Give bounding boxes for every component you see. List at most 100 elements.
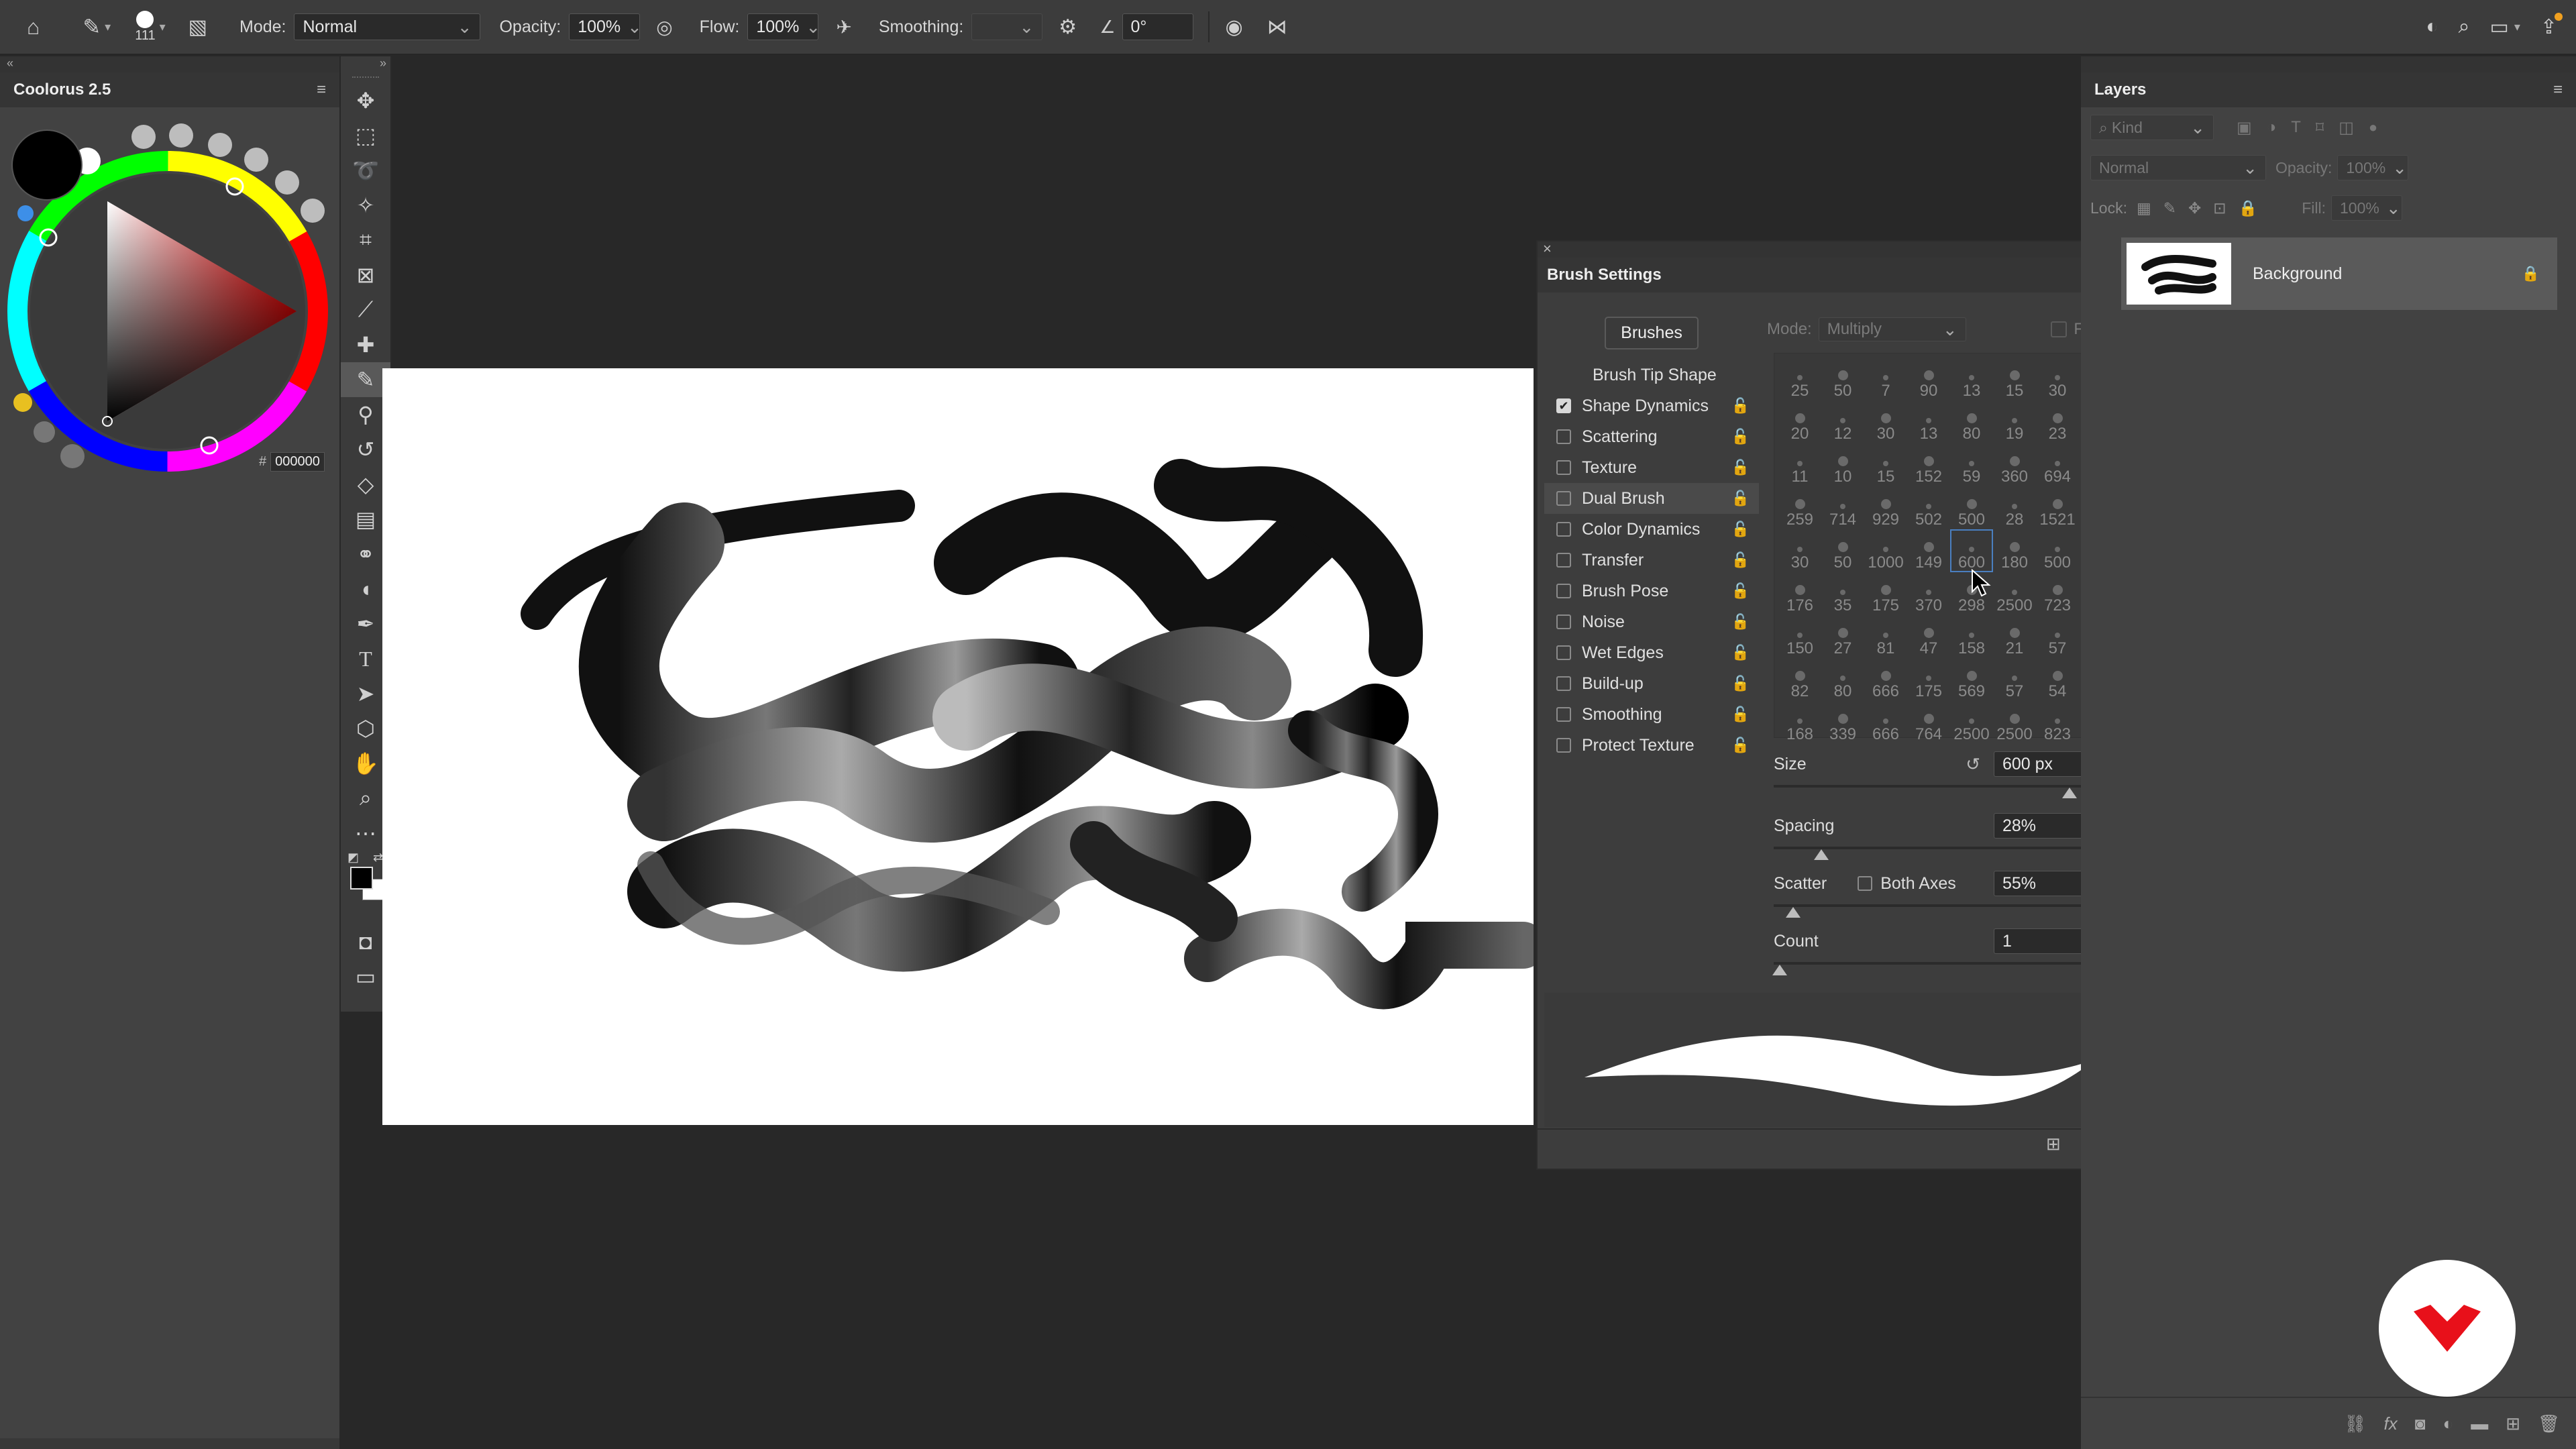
brush-preset[interactable]: 694 (2036, 443, 2079, 486)
brush-option-checkbox[interactable] (1556, 584, 1571, 598)
brush-preset[interactable]: 500 (1950, 486, 1993, 529)
brush-preset[interactable]: 15 (1993, 358, 2036, 400)
brush-preset[interactable]: 50 (1821, 529, 1864, 572)
panel-menu-icon[interactable]: ≡ (2553, 80, 2563, 99)
brush-preset[interactable]: 150 (1778, 615, 1821, 658)
flow-input[interactable]: 100% (747, 13, 819, 40)
brush-option-item[interactable]: Protect Texture 🔓 (1544, 730, 1759, 761)
brush-preset-picker[interactable]: 111 (135, 10, 156, 44)
brush-option-checkbox[interactable] (1556, 676, 1571, 691)
brush-option-item[interactable]: Build-up 🔓 (1544, 668, 1759, 699)
brush-preset[interactable]: 175 (1907, 658, 1950, 701)
brush-option-item[interactable]: Texture 🔓 (1544, 452, 1759, 483)
crop-tool-icon[interactable]: ⌗ (341, 223, 390, 258)
eyedropper-tool-icon[interactable]: ⟋ (341, 292, 390, 327)
brushes-button[interactable]: Brushes (1605, 316, 1699, 350)
lock-icon[interactable]: 🔓 (1731, 397, 1750, 415)
brush-preset[interactable]: 723 (2036, 572, 2079, 615)
brush-option-item[interactable]: Smoothing 🔓 (1544, 699, 1759, 730)
brush-option-checkbox[interactable] (1556, 645, 1571, 660)
brush-option-checkbox[interactable] (1556, 614, 1571, 629)
lock-artboard-icon[interactable]: ⊡ (2213, 199, 2226, 217)
brush-preset[interactable]: 80 (1950, 400, 1993, 443)
size-slider-thumb[interactable] (2062, 788, 2077, 798)
lasso-tool-icon[interactable]: ➰ (341, 153, 390, 188)
brush-preset[interactable]: 360 (1993, 443, 2036, 486)
brush-preset[interactable]: 175 (1864, 572, 1907, 615)
add-mask-icon[interactable]: ◙ (2415, 1413, 2426, 1434)
brush-settings-tab[interactable]: Brush Settings ≡ (1538, 258, 2104, 292)
brush-preset[interactable]: 25 (1778, 358, 1821, 400)
brush-preset[interactable]: 11 (1778, 443, 1821, 486)
magic-wand-tool-icon[interactable]: ✧ (341, 188, 390, 223)
brush-preset[interactable]: 13 (1950, 358, 1993, 400)
brush-option-checkbox[interactable] (1556, 553, 1571, 568)
count-slider[interactable] (1772, 962, 2098, 975)
brush-option-item[interactable]: Dual Brush 🔓 (1544, 483, 1759, 514)
brush-preset[interactable]: 180 (1993, 529, 2036, 572)
frame-tool-icon[interactable]: ⊠ (341, 258, 390, 292)
new-brush-icon[interactable]: ⊞ (2046, 1134, 2061, 1155)
lock-all-icon[interactable]: 🔒 (2239, 199, 2258, 217)
brush-preset[interactable]: 47 (1907, 615, 1950, 658)
brush-preset[interactable]: 30 (1864, 400, 1907, 443)
brush-preset[interactable]: 502 (1907, 486, 1950, 529)
brush-preset[interactable]: 90 (1907, 358, 1950, 400)
layers-tab[interactable]: Layers ≡ (2081, 72, 2576, 107)
brush-preset[interactable]: 666 (1864, 658, 1907, 701)
brush-preset[interactable]: 30 (1778, 529, 1821, 572)
brush-option-item[interactable]: Scattering 🔓 (1544, 421, 1759, 452)
colour-wheel[interactable] (0, 117, 339, 546)
scatter-slider-thumb[interactable] (1786, 907, 1801, 918)
brush-preset[interactable]: 1000 (1864, 529, 1907, 572)
spacing-input[interactable]: 28% (1994, 813, 2092, 839)
angle-input[interactable]: 0° (1122, 13, 1193, 40)
move-tool-icon[interactable]: ✥ (341, 83, 390, 118)
lock-icon[interactable]: 🔓 (1731, 521, 1750, 538)
document-canvas[interactable] (382, 368, 1546, 1125)
brush-option-item[interactable]: ✔ Shape Dynamics 🔓 (1544, 390, 1759, 421)
close-icon[interactable]: × (1543, 240, 1552, 258)
brush-preset[interactable]: 23 (2036, 400, 2079, 443)
new-group-icon[interactable]: ▬ (2471, 1413, 2488, 1434)
pressure-opacity-icon[interactable]: ◎ (656, 16, 672, 38)
brush-preset[interactable]: 30 (2036, 358, 2079, 400)
lock-icon[interactable]: 🔓 (1731, 737, 1750, 754)
spacing-slider[interactable] (1774, 847, 2098, 860)
brush-preset[interactable]: 600 (1950, 529, 1993, 572)
delete-layer-icon[interactable]: 🗑 (2538, 1413, 2560, 1434)
brush-preset[interactable]: 7 (1864, 358, 1907, 400)
adjustment-layer-icon[interactable]: ◐ (2443, 1413, 2453, 1434)
scatter-input[interactable]: 55% (1994, 871, 2092, 896)
layer-row-background[interactable]: Background 🔒 (2121, 237, 2557, 310)
brush-preset[interactable]: 13 (1907, 400, 1950, 443)
brush-option-item[interactable]: Brush Pose 🔓 (1544, 576, 1759, 606)
brush-preset[interactable]: 152 (1907, 443, 1950, 486)
toolbar-collapse[interactable]: » (341, 56, 390, 72)
brush-preset[interactable]: 80 (1821, 658, 1864, 701)
brush-preset[interactable]: 259 (1778, 486, 1821, 529)
brush-preset[interactable]: 28 (1993, 486, 2036, 529)
brush-preset[interactable]: 339 (1821, 701, 1864, 744)
brush-preset[interactable]: 20 (1778, 400, 1821, 443)
marquee-tool-icon[interactable]: ⬚ (341, 118, 390, 153)
hex-input[interactable]: 000000 (270, 452, 325, 472)
brush-preset[interactable]: 1521 (2036, 486, 2079, 529)
brush-option-checkbox[interactable] (1556, 491, 1571, 506)
brush-preset[interactable]: 82 (1778, 658, 1821, 701)
lock-icon[interactable]: 🔓 (1731, 459, 1750, 476)
panel-collapse-bar[interactable]: « (0, 56, 339, 72)
play-icon[interactable] (60, 444, 85, 468)
lock-icon[interactable]: 🔓 (1731, 428, 1750, 445)
chevron-down-icon[interactable]: ▾ (160, 20, 166, 34)
lock-icon[interactable]: 🔓 (1731, 551, 1750, 569)
layer-style-icon[interactable]: fx (2384, 1413, 2398, 1434)
brush-preset[interactable]: 764 (1907, 701, 1950, 744)
brush-preset[interactable]: 57 (1993, 658, 2036, 701)
brush-option-item[interactable]: Noise 🔓 (1544, 606, 1759, 637)
mode-select[interactable]: Normal (294, 13, 481, 40)
workspace-icon[interactable]: ▭ (2489, 15, 2508, 39)
brush-preset[interactable]: 2500 (1950, 701, 1993, 744)
brush-preset[interactable]: 714 (1821, 486, 1864, 529)
brush-preset[interactable]: 569 (1950, 658, 1993, 701)
